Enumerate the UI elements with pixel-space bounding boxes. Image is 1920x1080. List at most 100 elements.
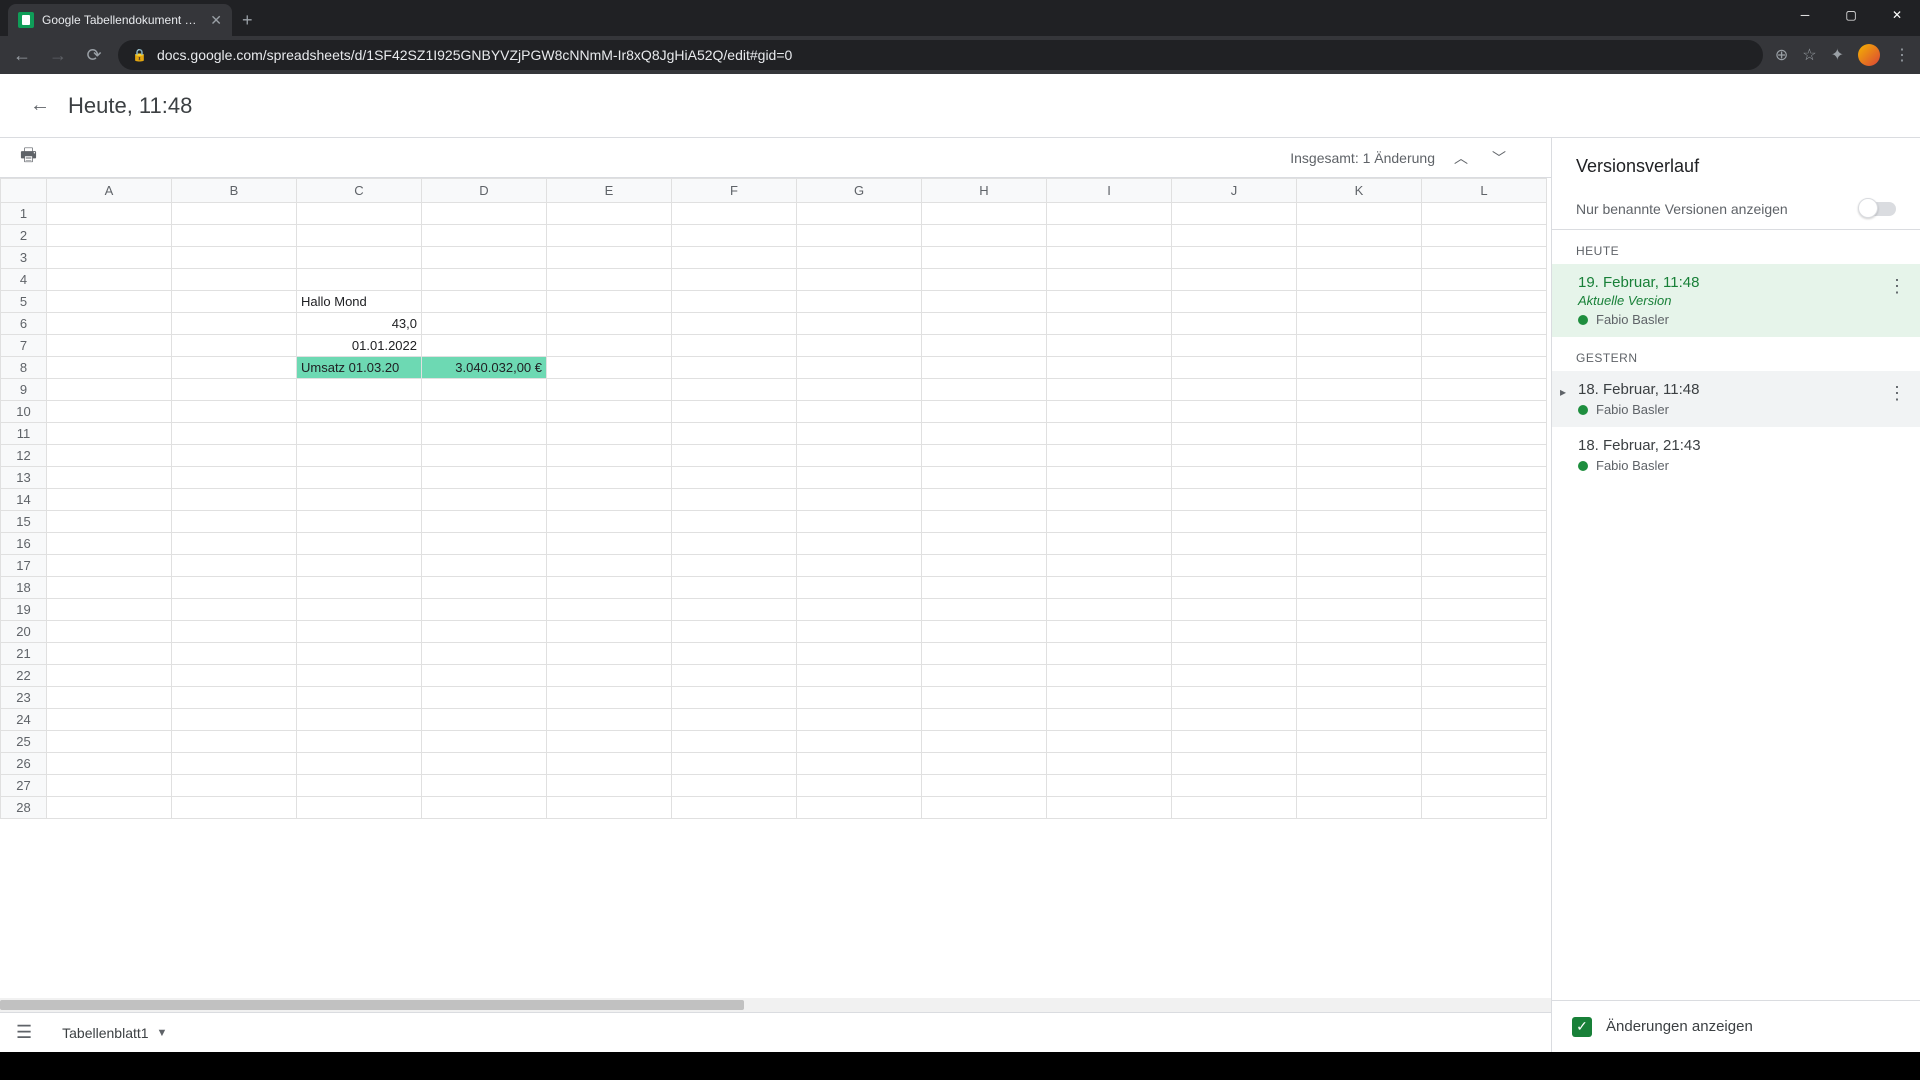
- cell[interactable]: [797, 379, 922, 401]
- cell[interactable]: 01.01.2022: [297, 335, 422, 357]
- cell[interactable]: [1422, 225, 1547, 247]
- print-icon[interactable]: 🖶: [20, 143, 37, 173]
- cell[interactable]: [1422, 379, 1547, 401]
- cell[interactable]: [1172, 269, 1297, 291]
- cell[interactable]: [922, 291, 1047, 313]
- cell[interactable]: [1297, 665, 1422, 687]
- cell[interactable]: [1422, 357, 1547, 379]
- cell[interactable]: [547, 291, 672, 313]
- cell[interactable]: [672, 665, 797, 687]
- forward-button[interactable]: →: [46, 45, 70, 66]
- cell[interactable]: [797, 269, 922, 291]
- cell[interactable]: [422, 797, 547, 819]
- maximize-button[interactable]: ▢: [1828, 0, 1874, 30]
- row-header[interactable]: 11: [1, 423, 47, 445]
- cell[interactable]: [47, 225, 172, 247]
- cell[interactable]: [422, 621, 547, 643]
- cell[interactable]: [1422, 423, 1547, 445]
- cell[interactable]: [547, 467, 672, 489]
- cell[interactable]: Umsatz 01.03.20: [297, 357, 422, 379]
- cell[interactable]: [797, 445, 922, 467]
- cell[interactable]: [422, 775, 547, 797]
- minimize-button[interactable]: ─: [1782, 0, 1828, 30]
- cell[interactable]: [1422, 643, 1547, 665]
- cell[interactable]: [47, 445, 172, 467]
- cell[interactable]: [797, 511, 922, 533]
- cell[interactable]: [1422, 313, 1547, 335]
- cell[interactable]: [672, 269, 797, 291]
- version-item[interactable]: 18. Februar, 21:43Fabio Basler: [1552, 427, 1920, 483]
- cell[interactable]: [1297, 335, 1422, 357]
- cell[interactable]: [422, 709, 547, 731]
- cell[interactable]: [297, 577, 422, 599]
- cell[interactable]: [172, 533, 297, 555]
- profile-avatar[interactable]: [1858, 44, 1880, 66]
- cell[interactable]: [922, 401, 1047, 423]
- cell[interactable]: [1047, 709, 1172, 731]
- cell[interactable]: [297, 643, 422, 665]
- version-more-icon[interactable]: ⋮: [1888, 383, 1906, 404]
- cell[interactable]: [47, 467, 172, 489]
- cell[interactable]: [47, 775, 172, 797]
- cell[interactable]: [172, 709, 297, 731]
- cell[interactable]: [1297, 709, 1422, 731]
- cell[interactable]: [1047, 379, 1172, 401]
- cell[interactable]: [1422, 291, 1547, 313]
- cell[interactable]: [1297, 577, 1422, 599]
- cell[interactable]: [797, 753, 922, 775]
- row-header[interactable]: 7: [1, 335, 47, 357]
- cell[interactable]: [922, 335, 1047, 357]
- cell[interactable]: [797, 533, 922, 555]
- all-sheets-button[interactable]: ☰: [16, 1022, 32, 1043]
- cell[interactable]: [297, 511, 422, 533]
- cell[interactable]: [1047, 533, 1172, 555]
- cell[interactable]: [1172, 313, 1297, 335]
- row-header[interactable]: 1: [1, 203, 47, 225]
- cell[interactable]: [1297, 401, 1422, 423]
- cell[interactable]: [922, 203, 1047, 225]
- cell[interactable]: [1297, 247, 1422, 269]
- cell[interactable]: [1297, 621, 1422, 643]
- cell[interactable]: [47, 643, 172, 665]
- cell[interactable]: [1422, 753, 1547, 775]
- cell[interactable]: [797, 467, 922, 489]
- cell[interactable]: [47, 357, 172, 379]
- column-header[interactable]: D: [422, 179, 547, 203]
- cell[interactable]: [1172, 379, 1297, 401]
- cell[interactable]: [547, 555, 672, 577]
- cell[interactable]: [672, 357, 797, 379]
- row-header[interactable]: 18: [1, 577, 47, 599]
- zoom-icon[interactable]: ⊕: [1775, 45, 1788, 65]
- cell[interactable]: [1297, 467, 1422, 489]
- cell[interactable]: [47, 335, 172, 357]
- cell[interactable]: [172, 379, 297, 401]
- cell[interactable]: [422, 335, 547, 357]
- cell[interactable]: [422, 555, 547, 577]
- version-item[interactable]: ▸18. Februar, 11:48Fabio Basler⋮: [1552, 371, 1920, 427]
- cell[interactable]: [797, 643, 922, 665]
- cell[interactable]: [922, 379, 1047, 401]
- row-header[interactable]: 17: [1, 555, 47, 577]
- cell[interactable]: [797, 357, 922, 379]
- cell[interactable]: [547, 533, 672, 555]
- cell[interactable]: [1047, 511, 1172, 533]
- cell[interactable]: [1422, 401, 1547, 423]
- cell[interactable]: [797, 423, 922, 445]
- cell[interactable]: [1047, 775, 1172, 797]
- cell[interactable]: [797, 291, 922, 313]
- cell[interactable]: [297, 555, 422, 577]
- cell[interactable]: [47, 753, 172, 775]
- cell[interactable]: [297, 687, 422, 709]
- cell[interactable]: [47, 665, 172, 687]
- cell[interactable]: [172, 753, 297, 775]
- cell[interactable]: [297, 203, 422, 225]
- cell[interactable]: [172, 335, 297, 357]
- cell[interactable]: [172, 269, 297, 291]
- cell[interactable]: [1422, 335, 1547, 357]
- cell[interactable]: [672, 313, 797, 335]
- cell[interactable]: [797, 401, 922, 423]
- cell[interactable]: [672, 577, 797, 599]
- cell[interactable]: Hallo Mond: [297, 291, 422, 313]
- cell[interactable]: [1297, 687, 1422, 709]
- show-changes-checkbox[interactable]: ✓: [1572, 1017, 1592, 1037]
